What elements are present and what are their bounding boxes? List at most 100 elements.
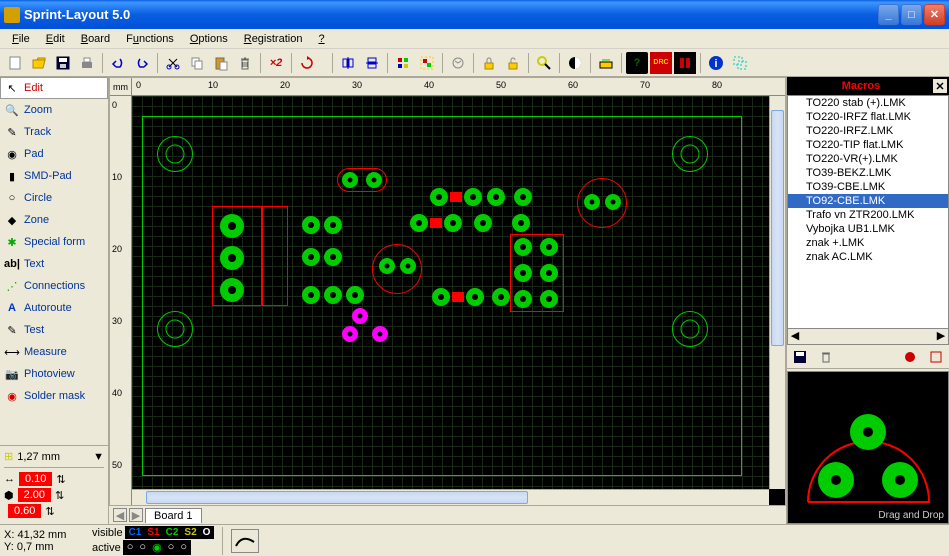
macro-item[interactable]: znak AC.LMK [788, 250, 948, 264]
maximize-button[interactable]: □ [901, 4, 922, 25]
copy-button[interactable] [186, 52, 208, 74]
menu-registration[interactable]: Registration [236, 31, 311, 47]
macro-item[interactable]: TO220-IRFZ flat.LMK [788, 110, 948, 124]
paste-button[interactable] [210, 52, 232, 74]
padsize-icon: ⬢ [4, 489, 14, 502]
cursor-icon: ↖ [4, 80, 20, 96]
layer-visibility[interactable]: C1 S1 C2 S2 O [125, 526, 215, 539]
macro-item[interactable]: Vybojka UB1.LMK [788, 222, 948, 236]
group-button[interactable] [416, 52, 438, 74]
lock-button[interactable] [478, 52, 500, 74]
macros-toggle-button[interactable] [729, 52, 751, 74]
unlock-button[interactable] [502, 52, 524, 74]
snap-button[interactable] [447, 52, 469, 74]
close-button[interactable]: ✕ [924, 4, 945, 25]
tool-track[interactable]: ✎Track [0, 121, 108, 143]
macro-item[interactable]: TO220 stab (+).LMK [788, 96, 948, 110]
title-bar: Sprint-Layout 5.0 _ □ ✕ [0, 0, 949, 29]
macros-scroll-right[interactable]: ▶ [934, 329, 948, 344]
mirror-v-button[interactable] [361, 52, 383, 74]
connections-icon: ⋰ [4, 278, 20, 294]
mask-icon: ◉ [4, 388, 20, 404]
tool-smdpad[interactable]: ▮SMD-Pad [0, 165, 108, 187]
about-icon[interactable]: i [705, 52, 727, 74]
layer-active[interactable]: ○○◉○○ [123, 540, 191, 555]
macro-item[interactable]: znak +.LMK [788, 236, 948, 250]
vertical-scrollbar[interactable] [769, 96, 785, 489]
macros-list[interactable]: TO220 stab (+).LMKTO220-IRFZ flat.LMKTO2… [787, 95, 949, 329]
menu-options[interactable]: Options [182, 31, 236, 47]
macros-header: Macros ✕ [787, 77, 949, 95]
macro-item[interactable]: TO92-CBE.LMK [788, 194, 948, 208]
undo-button[interactable] [107, 52, 129, 74]
search-icon[interactable] [533, 52, 555, 74]
status-y: 0,7 mm [17, 541, 54, 553]
pcb-canvas[interactable] [132, 96, 769, 489]
open-button[interactable] [28, 52, 50, 74]
tool-circle[interactable]: ○Circle [0, 187, 108, 209]
rotate-button[interactable] [296, 52, 318, 74]
delete-button[interactable] [234, 52, 256, 74]
tool-measure[interactable]: ⟷Measure [0, 341, 108, 363]
tool-zoom[interactable]: 🔍Zoom [0, 99, 108, 121]
pad-icon: ◉ [4, 146, 20, 162]
new-button[interactable] [4, 52, 26, 74]
status-track-settings[interactable] [231, 529, 259, 553]
vertical-ruler: 0 10 20 30 40 50 [110, 96, 132, 505]
macros-scroll-left[interactable]: ◀ [788, 329, 802, 344]
horizontal-scrollbar[interactable] [132, 489, 769, 505]
tab-board1[interactable]: Board 1 [145, 508, 202, 523]
grid-icon: ⊞ [4, 450, 13, 463]
menu-board[interactable]: Board [73, 31, 118, 47]
tool-soldermask[interactable]: ◉Solder mask [0, 385, 108, 407]
mirror-h-button[interactable] [337, 52, 359, 74]
tool-edit[interactable]: ↖Edit [0, 77, 108, 99]
contrast-icon[interactable] [564, 52, 586, 74]
macro-record-button[interactable] [899, 346, 921, 368]
print-button[interactable] [76, 52, 98, 74]
track-width-setting[interactable]: ↔0.10⇅ [4, 472, 104, 486]
menu-file[interactable]: File [4, 31, 38, 47]
circle-icon: ○ [4, 190, 20, 206]
drill-size-setting[interactable]: 0.60⇅ [4, 504, 104, 518]
pcb-canvas-container: mm 0 10 20 30 40 50 60 70 80 0 10 20 30 … [109, 77, 786, 506]
tool-pad[interactable]: ◉Pad [0, 143, 108, 165]
info-button[interactable]: ? [626, 52, 648, 74]
minimize-button[interactable]: _ [878, 4, 899, 25]
macro-save-button[interactable] [789, 346, 811, 368]
macro-item[interactable]: TO220-IRFZ.LMK [788, 124, 948, 138]
prev-tab-button[interactable]: ◀ [113, 508, 127, 522]
menu-edit[interactable]: Edit [38, 31, 73, 47]
cut-button[interactable] [162, 52, 184, 74]
macro-delete-button[interactable] [815, 346, 837, 368]
panel-button[interactable] [674, 52, 696, 74]
pad-size-setting[interactable]: ⬢2.00⇅ [4, 488, 104, 502]
camera-icon: 📷 [4, 366, 20, 382]
align-button[interactable] [392, 52, 414, 74]
macro-edit-button[interactable] [925, 346, 947, 368]
tool-text[interactable]: ab|Text [0, 253, 108, 275]
tool-zone[interactable]: ◆Zone [0, 209, 108, 231]
scanner-button[interactable] [595, 52, 617, 74]
save-button[interactable] [52, 52, 74, 74]
duplicate-button[interactable]: ×2 [265, 52, 287, 74]
macro-item[interactable]: Trafo vn ZTR200.LMK [788, 208, 948, 222]
macro-item[interactable]: TO220-VR(+).LMK [788, 152, 948, 166]
macro-item[interactable]: TO220-TIP flat.LMK [788, 138, 948, 152]
tool-test[interactable]: ✎Test [0, 319, 108, 341]
drc-button[interactable]: DRC [650, 52, 672, 74]
macro-preview[interactable]: Drag and Drop [787, 371, 949, 524]
tool-autoroute[interactable]: AAutoroute [0, 297, 108, 319]
macro-item[interactable]: TO39-BEKZ.LMK [788, 166, 948, 180]
probe-icon: ✎ [4, 322, 20, 338]
next-tab-button[interactable]: ▶ [129, 508, 143, 522]
macro-item[interactable]: TO39-CBE.LMK [788, 180, 948, 194]
macros-close-button[interactable]: ✕ [933, 79, 947, 93]
redo-button[interactable] [131, 52, 153, 74]
tool-photoview[interactable]: 📷Photoview [0, 363, 108, 385]
tool-connections[interactable]: ⋰Connections [0, 275, 108, 297]
grid-setting[interactable]: ⊞1,27 mm▼ [4, 450, 104, 463]
menu-functions[interactable]: Functions [118, 31, 182, 47]
menu-help[interactable]: ? [310, 31, 332, 47]
tool-specialform[interactable]: ✱Special form [0, 231, 108, 253]
